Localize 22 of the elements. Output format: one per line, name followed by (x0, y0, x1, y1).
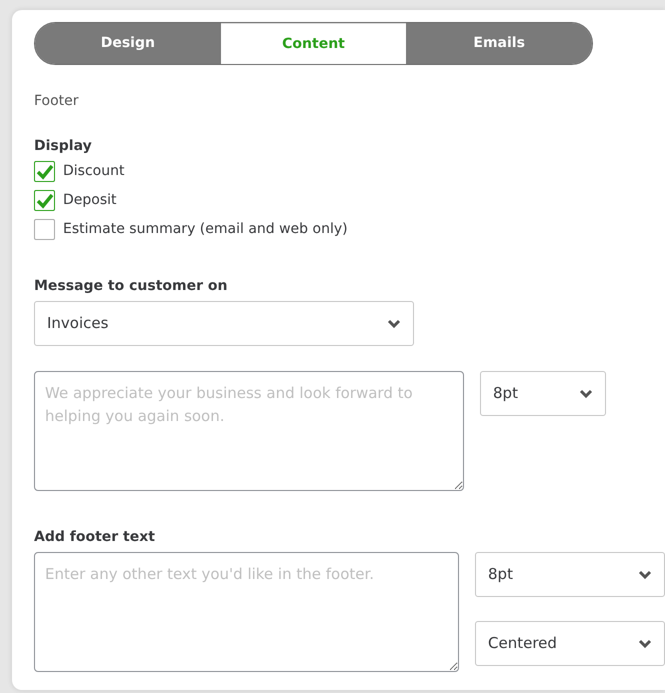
footer-textarea[interactable]: Enter any other text you'd like in the footer. (34, 552, 459, 672)
chevron-down-icon (638, 570, 652, 580)
checkbox[interactable] (34, 161, 55, 182)
checkbox[interactable] (34, 190, 55, 211)
font-size-select[interactable]: 8pt (475, 552, 665, 597)
font-size-select[interactable]: 8pt (480, 371, 606, 416)
tab[interactable]: Emails (406, 23, 592, 64)
message-select[interactable]: Invoices (34, 301, 414, 346)
section-title: Footer (34, 92, 80, 111)
checkbox-label: Discount (63, 162, 124, 181)
alignment-select[interactable]: Centered (475, 621, 665, 666)
chevron-down-icon (638, 638, 652, 648)
field-label: Message to customer on (34, 277, 228, 296)
message-textarea[interactable]: We appreciate your business and look forward to helping you again soon. (34, 371, 464, 491)
checkbox-label: Deposit (63, 191, 117, 210)
checkbox[interactable] (34, 219, 55, 240)
tab[interactable]: Design (35, 23, 221, 64)
chevron-down-icon (579, 388, 593, 398)
checkbox-label: Estimate summary (email and web only) (63, 220, 348, 239)
chevron-down-icon (387, 318, 401, 328)
display-label: Display (34, 137, 93, 156)
field-label: Add footer text (34, 528, 156, 547)
